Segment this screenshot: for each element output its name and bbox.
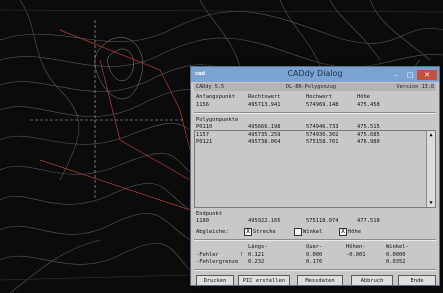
header-quer: Quer- (306, 244, 323, 250)
close-icon[interactable]: ✕ (417, 70, 437, 80)
header-winkel: Winkel- (386, 244, 409, 250)
end-point-id: 1180 (196, 218, 209, 224)
header-hoehen: Höhen- (346, 244, 366, 250)
header-center: DL-BR-Polygonzug (286, 84, 336, 90)
col-label-anfangspunkt: Anfangspunkt (196, 94, 235, 100)
polygon-points-list[interactable]: 1157 495735.259 574936.302 475.685 P0121… (194, 130, 436, 208)
poly-row-2-hoch: 575158.701 (306, 139, 339, 145)
end-point-hoehe: 477.518 (357, 218, 380, 224)
header-right: Version 13.8 (396, 84, 434, 90)
start-point-rechts: 495713.941 (248, 102, 281, 108)
start-point-hoch: 574969.148 (306, 102, 339, 108)
dialog-header: CADdy 5.5 DL-BR-Polygonzug Version 13.8 (194, 83, 436, 91)
col-label-hoehe: Höhe (357, 94, 370, 100)
strecke-checkbox[interactable]: X (244, 228, 252, 236)
fehler-label: -Fehler (196, 252, 219, 258)
poly-row-1-hoehe: 475.685 (357, 132, 380, 138)
header-laengs: Längs- (248, 244, 268, 250)
end-point-rechts: 495922.165 (248, 218, 281, 224)
fehler-hoehen: -0.001 (346, 252, 366, 258)
pic-erstellen-button[interactable]: PIC erstellen (238, 275, 290, 285)
divider (194, 269, 436, 271)
start-point-id: 1156 (196, 102, 209, 108)
fehler-winkel: 0.0000 (386, 252, 406, 258)
fehler-quer: 0.000 (306, 252, 323, 258)
fehlergrenze-winkel: 0.0352 (386, 259, 406, 265)
col-label-hochwert: Hochwert (306, 94, 332, 100)
scroll-up-icon[interactable]: ▲ (428, 132, 434, 138)
end-point-label: Endpunkt (196, 211, 222, 217)
drucken-button[interactable]: Drucken (196, 275, 234, 285)
messdaten-button[interactable]: Messdaten (297, 275, 343, 285)
dialog-body: CADdy 5.5 DL-BR-Polygonzug Version 13.8 … (194, 83, 436, 285)
fehlergrenze-quer: 0.176 (306, 259, 323, 265)
winkel-checkbox[interactable] (294, 228, 302, 236)
fehler-warning-mark: ! (240, 252, 244, 258)
fehler-laengs: 0.121 (248, 252, 265, 258)
abgleiche-label: Abgleiche: (196, 229, 229, 235)
divider (194, 112, 436, 114)
start-point-hoehe: 475.458 (357, 102, 380, 108)
fehlergrenze-laengs: 0.232 (248, 259, 265, 265)
poly-row-2-rechts: 495738.064 (248, 139, 281, 145)
list-scrollbar[interactable]: ▲ ▼ (426, 131, 435, 207)
maximize-icon[interactable]: □ (403, 70, 417, 80)
poly-row-2-id: P0121 (196, 139, 213, 145)
scroll-down-icon[interactable]: ▼ (428, 200, 434, 206)
poly-row-1-hoch: 574936.302 (306, 132, 339, 138)
minimize-icon[interactable]: – (389, 70, 403, 80)
abbruch-button[interactable]: Abbruch (351, 275, 393, 285)
poly-row-1-id: 1157 (196, 132, 209, 138)
end-point-hoch: 575118.074 (306, 218, 339, 224)
header-left: CADdy 5.5 (196, 84, 225, 90)
col-label-rechtswert: Rechtswert (248, 94, 281, 100)
strecke-label: Strecke (253, 229, 276, 235)
winkel-label: Winkel (303, 229, 323, 235)
polygon-points-label: Polygonpunkte (196, 117, 239, 123)
divider (194, 239, 436, 241)
ende-button[interactable]: Ende (398, 275, 436, 285)
hoehe-label: Höhe (348, 229, 361, 235)
hoehe-checkbox[interactable]: X (339, 228, 347, 236)
fehlergrenze-label: -Fehlergrenze (196, 259, 239, 265)
poly-row-1-rechts: 495735.259 (248, 132, 281, 138)
caddy-dialog-window: cad CADdy Dialog – □ ✕ CADdy 5.5 DL-BR-P… (190, 66, 440, 286)
title-bar[interactable]: cad CADdy Dialog – □ ✕ (191, 67, 439, 82)
poly-row-2-hoehe: 476.980 (357, 139, 380, 145)
